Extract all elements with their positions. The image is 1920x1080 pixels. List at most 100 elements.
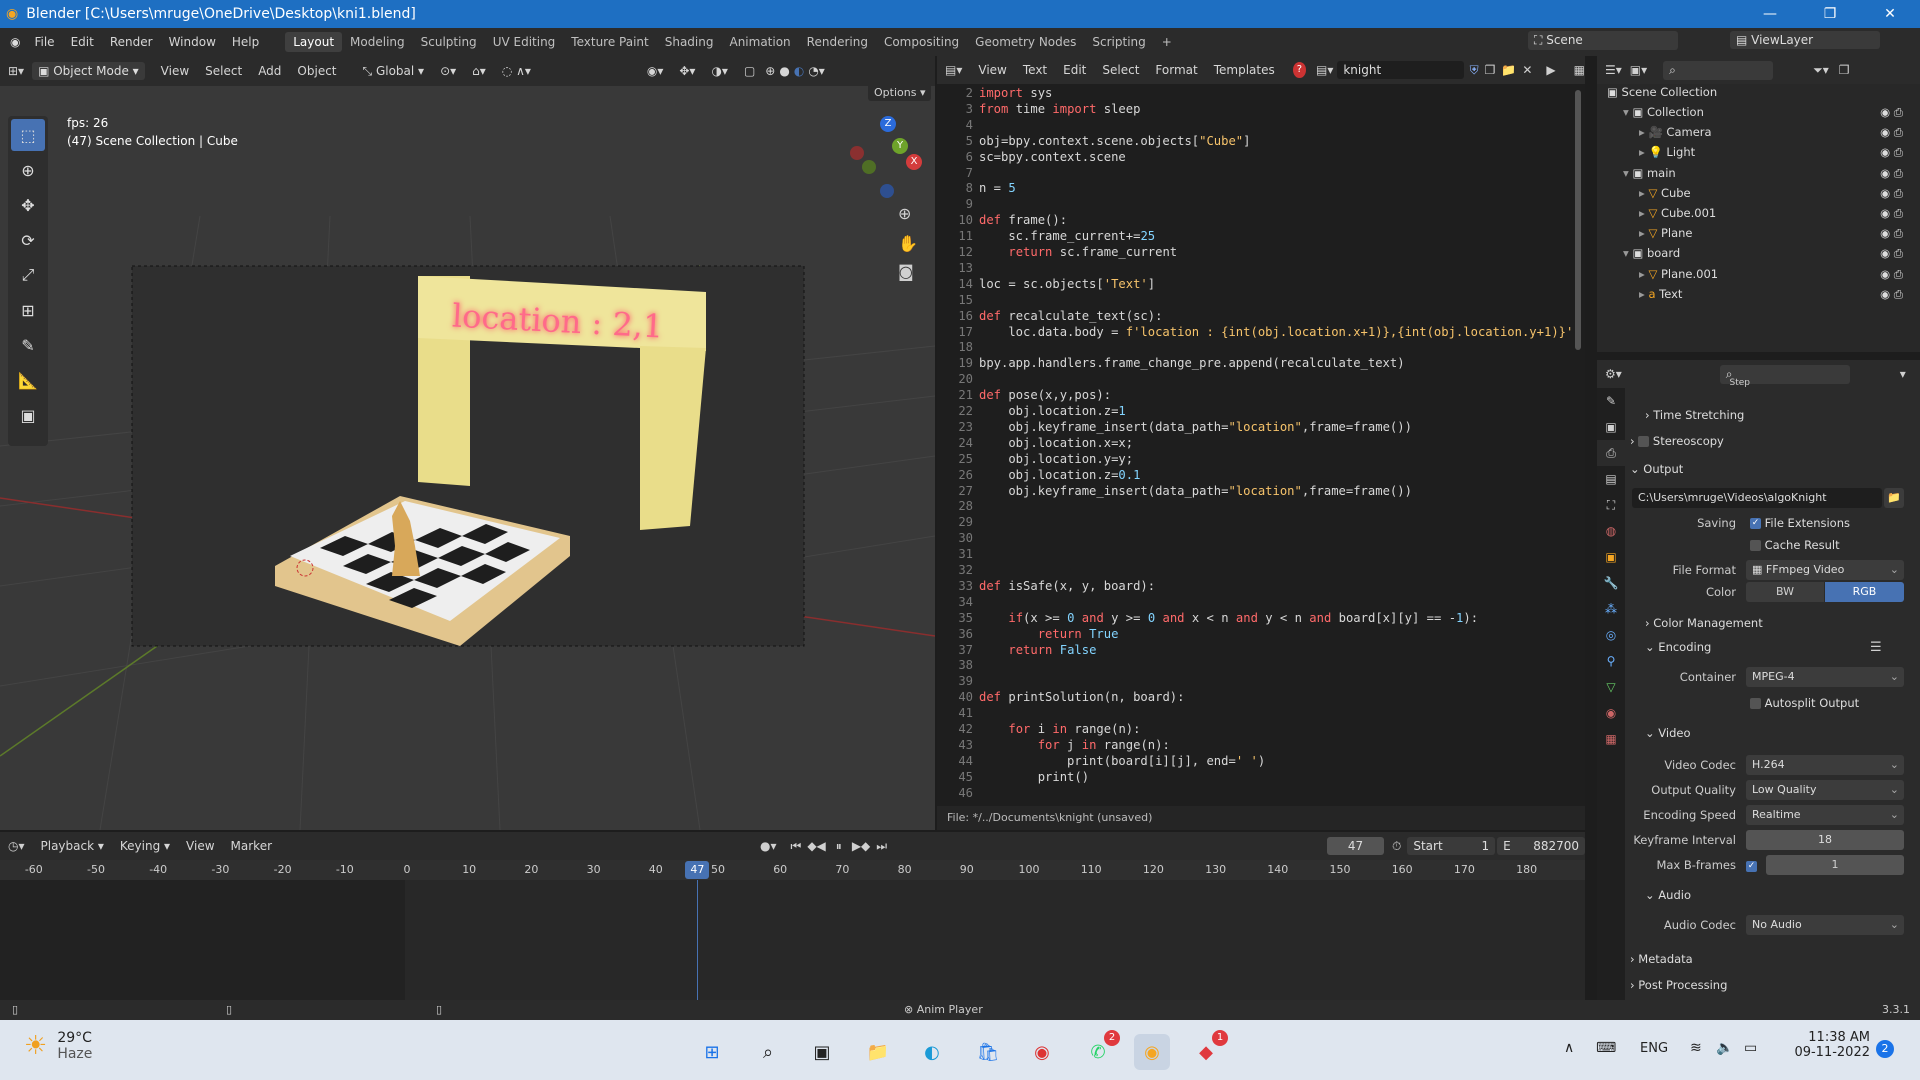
timeline-ruler[interactable]: -60 -50 -40 -30 -20 -10 0 10 20 30 40 50 60 70 80 90 100…	[0, 860, 1585, 880]
visibility-toggle-icon[interactable]: ◉ ⎙	[1880, 142, 1903, 162]
visibility-toggle-icon[interactable]: ◉ ⎙	[1880, 203, 1903, 223]
code-line[interactable]: loc = sc.objects['Text']	[979, 277, 1155, 291]
panel-time-stretching[interactable]: › Time Stretching	[1645, 404, 1744, 426]
tab-geometry-nodes[interactable]: Geometry Nodes	[967, 32, 1084, 52]
wifi-icon[interactable]: ≋	[1690, 1040, 1702, 1056]
material-tab-icon[interactable]: ◉	[1597, 700, 1625, 726]
encoding-presets-icon[interactable]: ☰	[1870, 640, 1882, 655]
mode-selector[interactable]: ▣ Object Mode ▾	[32, 62, 145, 80]
file-extensions-toggle[interactable]: ✓ File Extensions	[1750, 512, 1850, 534]
file-explorer-icon[interactable]: 📁	[860, 1034, 896, 1070]
encoding-speed-dropdown[interactable]: Realtime ⌄	[1746, 805, 1904, 825]
text-menu-view[interactable]: View	[970, 63, 1014, 77]
tab-animation[interactable]: Animation	[721, 32, 798, 52]
new-collection-icon[interactable]: ❐	[1839, 63, 1850, 77]
code-line[interactable]: print()	[979, 770, 1089, 784]
code-line[interactable]: def printSolution(n, board):	[979, 690, 1184, 704]
video-codec-dropdown[interactable]: H.264 ⌄	[1746, 755, 1904, 775]
texture-tab-icon[interactable]: ▦	[1597, 726, 1625, 752]
menu-window[interactable]: Window	[161, 35, 224, 49]
timeline-menu-keying[interactable]: Keying ▾	[112, 839, 178, 853]
cursor-tool-icon[interactable]: ⊕	[11, 154, 45, 186]
timeline-menu-playback[interactable]: Playback ▾	[33, 839, 112, 853]
code-line[interactable]: obj.keyframe_insert(data_path="location"…	[979, 420, 1412, 434]
code-line[interactable]: for j in range(n):	[979, 738, 1170, 752]
whatsapp-icon[interactable]: ✆ 2	[1080, 1030, 1120, 1070]
container-dropdown[interactable]: MPEG-4 ⌄	[1746, 667, 1904, 687]
tab-layout[interactable]: Layout	[285, 32, 343, 52]
autosplit-toggle[interactable]: Autosplit Output	[1750, 692, 1859, 714]
code-line[interactable]: def pose(x,y,pos):	[979, 388, 1111, 402]
text-menu-text[interactable]: Text	[1015, 63, 1055, 77]
red-app-icon[interactable]: ◆ 1	[1188, 1030, 1228, 1070]
outliner-item[interactable]: ▾ ▣ board ◉ ⎙	[1623, 243, 1907, 263]
xray-icon[interactable]: ▢	[736, 64, 763, 78]
menu-file[interactable]: File	[26, 35, 62, 49]
notification-badge[interactable]: 2	[1876, 1040, 1894, 1058]
outliner-item[interactable]: ▸ ▽ Plane.001 ◉ ⎙	[1639, 264, 1907, 284]
duplicate-text-icon[interactable]: ❐	[1485, 63, 1496, 77]
panel-audio[interactable]: ⌄ Audio	[1645, 884, 1691, 906]
visibility-toggle-icon[interactable]: ◉ ⎙	[1880, 264, 1903, 284]
tab-shading[interactable]: Shading	[657, 32, 722, 52]
visibility-toggle-icon[interactable]: ◉ ⎙	[1880, 223, 1903, 243]
stereoscopy-checkbox[interactable]	[1638, 436, 1650, 447]
code-line[interactable]: n = 5	[979, 181, 1016, 195]
menu-edit[interactable]: Edit	[63, 35, 102, 49]
tab-rendering[interactable]: Rendering	[799, 32, 876, 52]
gizmo-neg-y[interactable]	[862, 160, 876, 174]
code-line[interactable]: print(board[i][j], end=' ')	[979, 754, 1265, 768]
edge-browser-icon[interactable]: ◐	[914, 1034, 950, 1070]
code-line[interactable]: obj.location.z=0.1	[979, 468, 1140, 482]
visibility-toggle-icon[interactable]: ◉ ⎙	[1880, 284, 1903, 304]
viewport-menu-add[interactable]: Add	[250, 64, 289, 78]
run-script-icon[interactable]: ▶	[1546, 63, 1555, 77]
code-line[interactable]: obj.location.x=x;	[979, 436, 1133, 450]
jump-start-icon[interactable]: ⏮	[791, 839, 802, 854]
editor-type-icon[interactable]: ⊞▾	[8, 64, 24, 78]
text-menu-templates[interactable]: Templates	[1206, 63, 1283, 77]
line-numbers-icon[interactable]: ▦	[1574, 63, 1585, 77]
panel-encoding[interactable]: ⌄ Encoding	[1645, 636, 1711, 658]
code-line[interactable]: def isSafe(x, y, board):	[979, 579, 1155, 593]
code-line[interactable]: return False	[979, 643, 1096, 657]
code-line[interactable]: obj.location.y=y;	[979, 452, 1133, 466]
next-keyframe-icon[interactable]: ▶◆	[852, 839, 870, 853]
output-tab-icon[interactable]: ⎙	[1597, 440, 1625, 466]
tab-texture-paint[interactable]: Texture Paint	[563, 32, 656, 52]
display-mode-icon[interactable]: ▣▾	[1630, 63, 1647, 77]
timeline-menu-marker[interactable]: Marker	[223, 839, 280, 853]
add-cube-tool-icon[interactable]: ▣	[11, 399, 45, 431]
scale-tool-icon[interactable]: ⤢	[11, 259, 45, 291]
menu-help[interactable]: Help	[224, 35, 267, 49]
code-line[interactable]: def frame():	[979, 213, 1067, 227]
code-line[interactable]: bpy.app.handlers.frame_change_pre.append…	[979, 356, 1405, 370]
outliner-item[interactable]: ▸ 💡 Light ◉ ⎙	[1639, 142, 1907, 162]
visibility-toggle-icon[interactable]: ◉ ⎙	[1880, 163, 1903, 183]
code-line[interactable]: obj.keyframe_insert(data_path="location"…	[979, 484, 1412, 498]
add-workspace-button[interactable]: +	[1154, 32, 1180, 52]
navigation-gizmo[interactable]: Z Y X	[848, 116, 928, 198]
code-line[interactable]: obj=bpy.context.scene.objects["Cube"]	[979, 134, 1251, 148]
visibility-icon[interactable]: ◉▾	[639, 64, 672, 78]
outliner-type-icon[interactable]: ☰▾	[1605, 63, 1622, 77]
scene-selector[interactable]: ⛶ Scene	[1528, 31, 1678, 50]
playhead[interactable]: 47	[685, 861, 710, 879]
gizmo-neg-z[interactable]	[880, 184, 894, 198]
close-button[interactable]: ✕	[1860, 0, 1920, 28]
gizmo-y[interactable]: Y	[892, 138, 908, 154]
code-area[interactable]: 2 import sys 3 from time import sleep 4 5 obj=…	[937, 84, 1573, 804]
pivot-icon[interactable]: ⊙▾	[432, 64, 464, 78]
code-line[interactable]: if(x >= 0 and y >= 0 and x < n and y < n…	[979, 611, 1478, 625]
prev-keyframe-icon[interactable]: ◆◀	[807, 839, 825, 853]
gizmo-neg-x[interactable]	[850, 146, 864, 160]
shading-rendered-icon[interactable]: ◔▾	[806, 64, 827, 78]
gizmo-toggle-icon[interactable]: ✥▾	[671, 64, 703, 78]
proportional-icon[interactable]: ◌ ∧▾	[494, 64, 539, 78]
keyframe-interval-field[interactable]: 18	[1746, 830, 1904, 850]
warning-icon[interactable]: ?	[1292, 62, 1306, 78]
tab-uv-editing[interactable]: UV Editing	[485, 32, 564, 52]
timeline-body[interactable]	[0, 880, 1585, 1000]
code-line[interactable]: loc.data.body = f'location : {int(obj.lo…	[979, 325, 1573, 339]
current-frame-field[interactable]: 47	[1327, 837, 1384, 855]
